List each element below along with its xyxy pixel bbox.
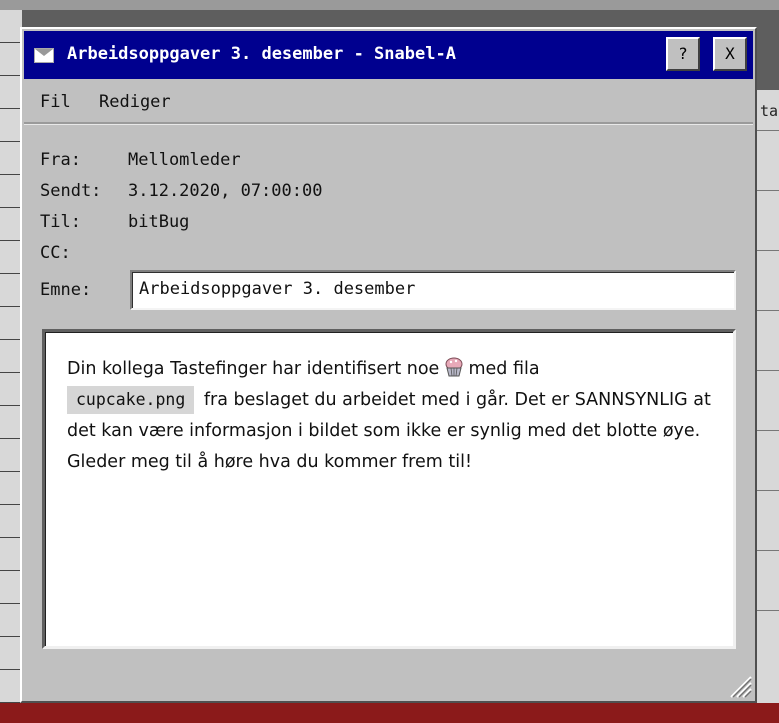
menu-separator [24, 122, 753, 125]
background-row-divider [756, 490, 779, 491]
window-title: Arbeidsoppgaver 3. desember - Snabel-A [67, 44, 456, 64]
envelope-icon [34, 48, 54, 63]
background-row-divider [756, 610, 779, 611]
cc-label: CC: [40, 243, 71, 263]
attachment-chip[interactable]: cupcake.png [67, 386, 195, 414]
background-row-divider [756, 550, 779, 551]
background-row-divider [756, 130, 779, 131]
help-button[interactable]: ? [666, 37, 700, 71]
background-row-divider [756, 310, 779, 311]
message-text-file-intro: med fila [468, 359, 540, 379]
message-text-intro: Din kollega Tastefinger har identifisert… [67, 359, 440, 379]
background-row-divider [756, 370, 779, 371]
message-body[interactable]: Din kollega Tastefinger har identifisert… [42, 329, 736, 649]
menu-edit[interactable]: Rediger [99, 92, 171, 112]
cupcake-icon [445, 357, 463, 377]
to-label: Til: [40, 212, 81, 232]
menu-bar: Fil Rediger [24, 81, 753, 121]
sent-label: Sendt: [40, 181, 102, 201]
to-value: bitBug [128, 212, 190, 232]
background-row-divider [756, 430, 779, 431]
resize-grip-icon[interactable] [725, 671, 753, 699]
mail-window: Arbeidsoppgaver 3. desember - Snabel-A ?… [20, 27, 757, 703]
background-row-divider [756, 190, 779, 191]
sent-value: 3.12.2020, 07:00:00 [128, 181, 323, 201]
title-bar[interactable]: Arbeidsoppgaver 3. desember - Snabel-A ?… [24, 31, 753, 79]
background-partial-header: ta [760, 102, 779, 120]
background-left-panel [0, 10, 22, 705]
background-top-strip [0, 0, 779, 10]
menu-file[interactable]: Fil [40, 92, 71, 112]
from-label: Fra: [40, 150, 81, 170]
subject-label: Emne: [40, 280, 92, 300]
background-row-divider [756, 250, 779, 251]
close-button[interactable]: X [713, 37, 747, 71]
subject-field[interactable]: Arbeidsoppgaver 3. desember [130, 270, 736, 310]
from-value: Mellomleder [128, 150, 241, 170]
background-taskbar [0, 703, 779, 723]
